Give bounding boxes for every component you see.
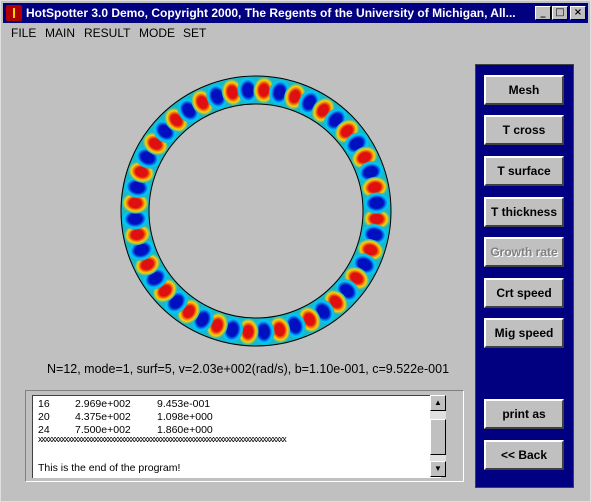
- menu-set[interactable]: SET: [183, 26, 206, 40]
- scroll-thumb[interactable]: [430, 419, 446, 455]
- maximize-button[interactable]: □: [552, 6, 568, 20]
- ring-base: [120, 75, 392, 347]
- crt-speed-button[interactable]: Crt speed: [484, 278, 564, 308]
- scroll-up-icon[interactable]: ▲: [430, 395, 446, 411]
- inner-boundary: [148, 103, 364, 319]
- end-message: This is the end of the program!: [38, 462, 181, 474]
- menu-mode[interactable]: MODE: [139, 26, 175, 40]
- plot-info-line: N=12, mode=1, surf=5, v=2.03e+002(rad/s)…: [47, 362, 450, 376]
- growth-rate-button[interactable]: Growth rate: [484, 237, 564, 267]
- back-button[interactable]: << Back: [484, 440, 564, 470]
- results-list: 16 2.969e+002 9.453e-001 20 4.375e+002 1…: [32, 395, 441, 478]
- t-cross-button[interactable]: T cross: [484, 115, 564, 145]
- menu-result[interactable]: RESULT: [84, 26, 130, 40]
- row-ratio: 1.098e+000: [157, 411, 213, 423]
- print-as-button[interactable]: print as: [484, 399, 564, 429]
- command-panel: Mesh T cross T surface T thickness Growt…: [475, 64, 574, 488]
- app-icon[interactable]: [6, 5, 22, 21]
- mig-speed-button[interactable]: Mig speed: [484, 318, 564, 348]
- app-window: HotSpotter 3.0 Demo, Copyright 2000, The…: [0, 0, 591, 502]
- menu-main[interactable]: MAIN: [45, 26, 75, 40]
- t-surface-button[interactable]: T surface: [484, 156, 564, 186]
- row-speed: 4.375e+002: [75, 411, 131, 423]
- t-thickness-button[interactable]: T thickness: [484, 197, 564, 227]
- minimize-button[interactable]: _: [535, 6, 551, 20]
- row-n: 20: [38, 411, 50, 423]
- menu-bar: FILE MAIN RESULT MODE SET: [3, 23, 588, 43]
- title-bar[interactable]: HotSpotter 3.0 Demo, Copyright 2000, The…: [3, 3, 588, 23]
- close-button[interactable]: ×: [570, 6, 586, 20]
- results-listbox[interactable]: 16 2.969e+002 9.453e-001 20 4.375e+002 1…: [25, 390, 464, 482]
- menu-file[interactable]: FILE: [11, 26, 36, 40]
- row-n: 16: [38, 398, 50, 410]
- vertical-scrollbar[interactable]: ▲ ▼: [430, 395, 446, 477]
- scroll-down-icon[interactable]: ▼: [430, 461, 446, 477]
- row-ratio: 9.453e-001: [157, 398, 211, 410]
- window-title: HotSpotter 3.0 Demo, Copyright 2000, The…: [26, 6, 516, 20]
- ring-field: [120, 75, 392, 347]
- separator-line: xxxxxxxxxxxxxxxxxxxxxxxxxxxxxxxxxxxxxxxx…: [38, 435, 287, 444]
- mesh-button[interactable]: Mesh: [484, 75, 564, 105]
- temperature-ring-plot: [120, 75, 392, 347]
- row-speed: 2.969e+002: [75, 398, 131, 410]
